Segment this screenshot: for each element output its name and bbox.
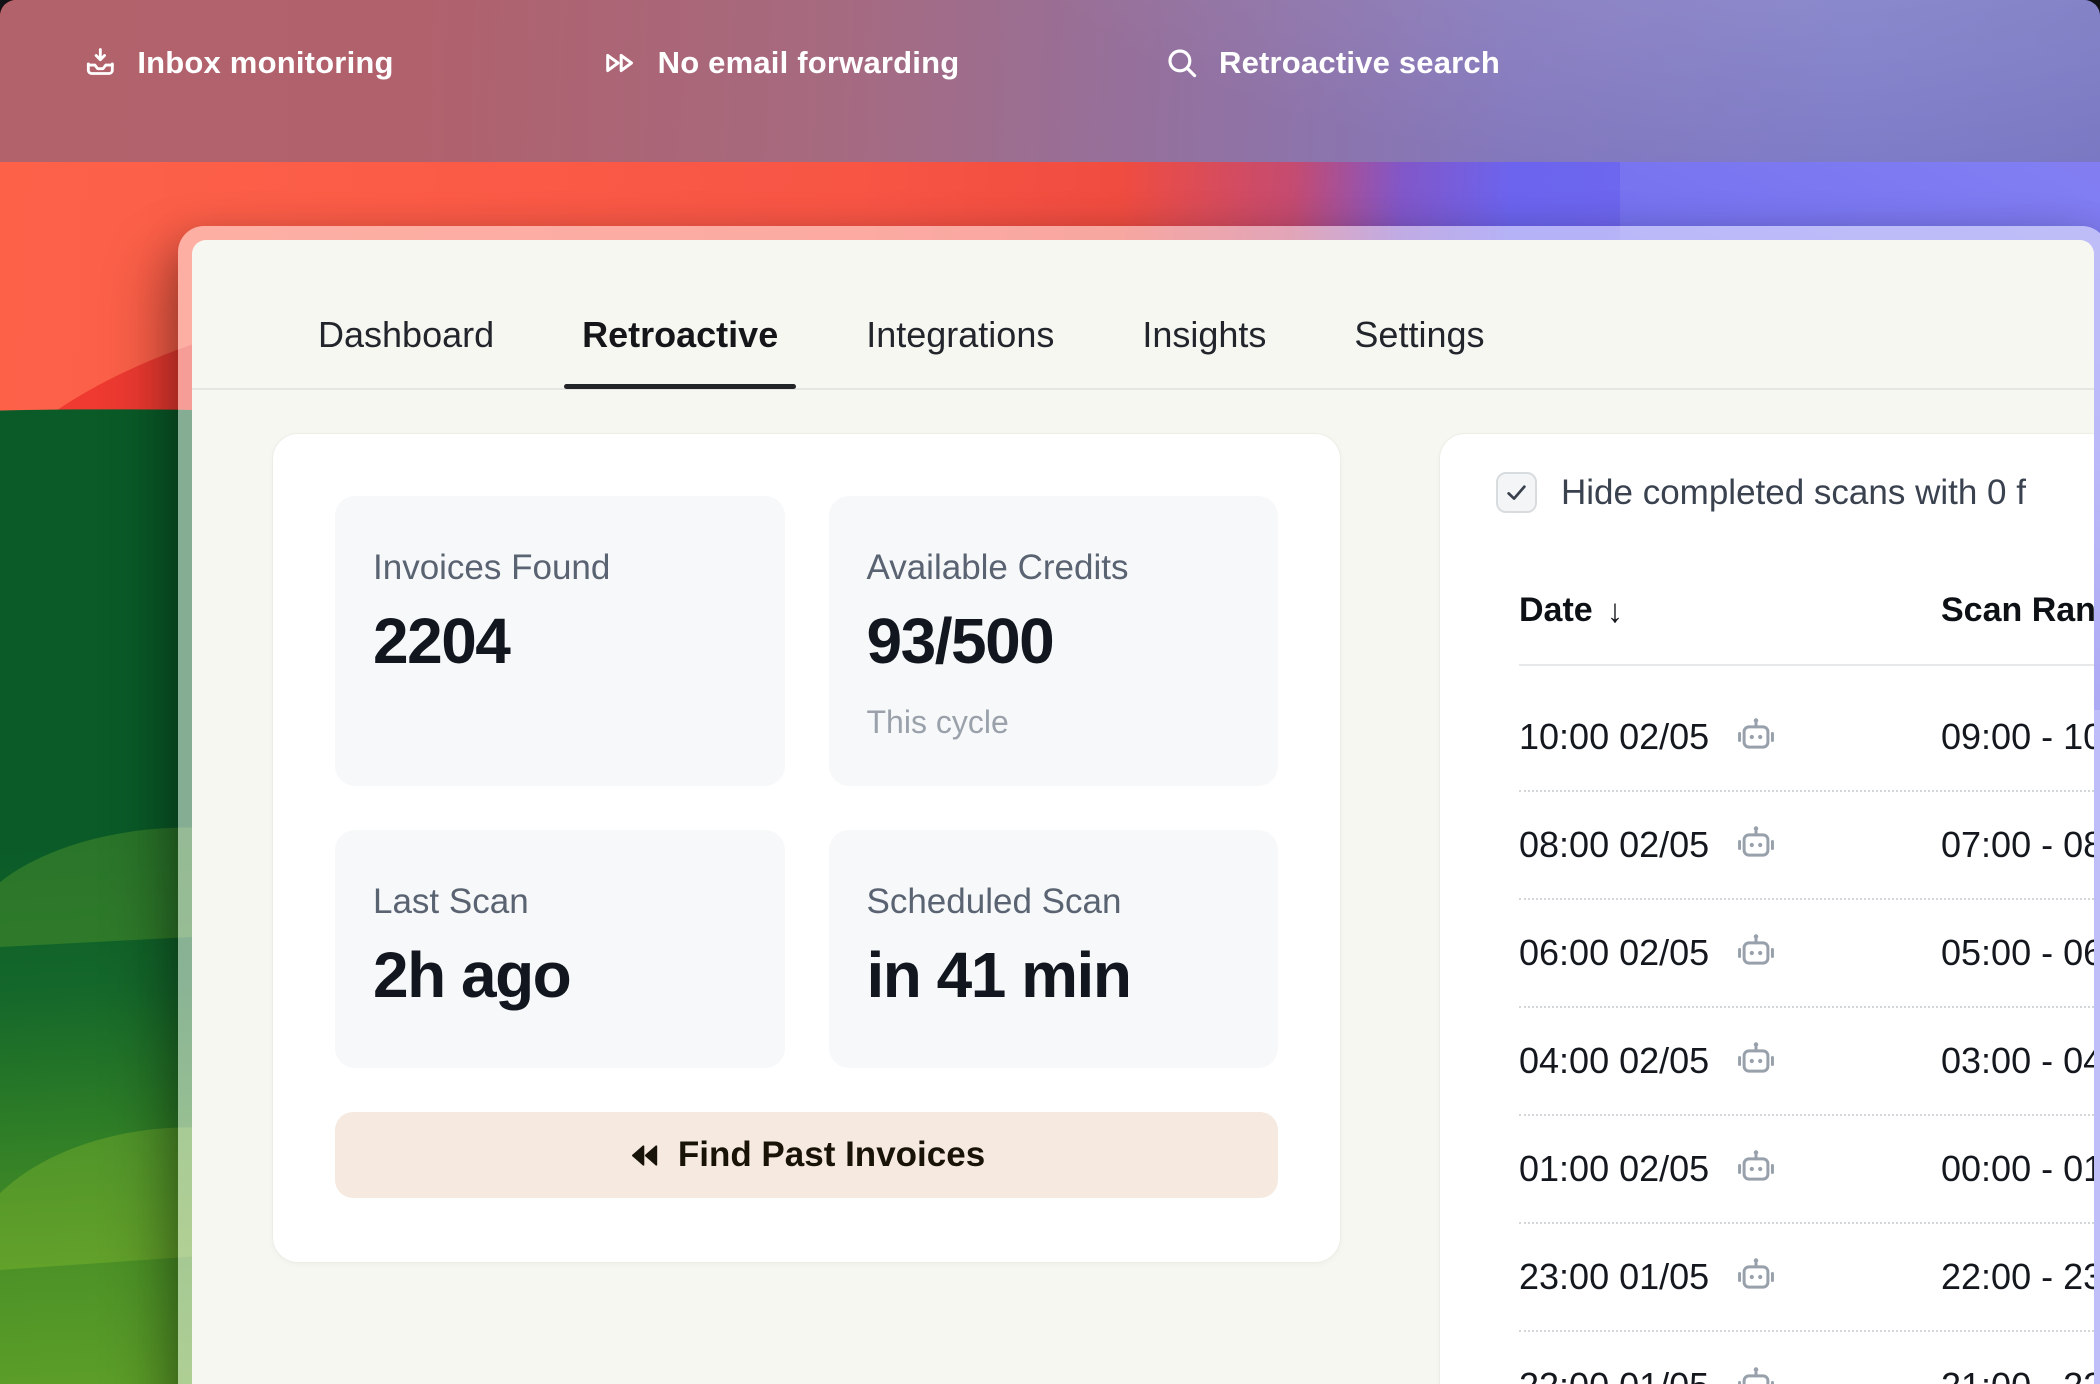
scan-date: 04:00 02/05 [1519, 1040, 1709, 1082]
scan-row[interactable]: 01:00 02/05 00:00 - 01 [1519, 1116, 2094, 1224]
stat-label: Scheduled Scan [867, 882, 1241, 922]
tab-settings[interactable]: Settings [1354, 314, 1484, 396]
stat-invoices-found: Invoices Found 2204 [335, 496, 785, 786]
find-past-invoices-button[interactable]: Find Past Invoices [335, 1112, 1278, 1198]
stat-value: 2204 [373, 604, 747, 678]
banner-item-no-email-forwarding: No email forwarding [601, 44, 960, 82]
stat-subtext: This cycle [867, 704, 1241, 741]
scan-range: 07:00 - 08 [1941, 824, 2094, 866]
scan-row[interactable]: 08:00 02/05 07:00 - 08 [1519, 792, 2094, 900]
stat-label: Invoices Found [373, 548, 747, 588]
scans-panel: Hide completed scans with 0 f Date ↓ Sca… [1439, 433, 2094, 1384]
scan-date: 22:00 01/05 [1519, 1365, 1709, 1384]
robot-icon [1733, 716, 1779, 758]
scan-range: 03:00 - 04 [1941, 1040, 2094, 1082]
hide-completed-filter: Hide completed scans with 0 f [1496, 472, 2026, 513]
column-header-date[interactable]: Date ↓ [1519, 591, 1623, 630]
stat-value: 93/500 [867, 604, 1241, 678]
scan-date: 06:00 02/05 [1519, 932, 1709, 974]
stat-available-credits: Available Credits 93/500 This cycle [829, 496, 1279, 786]
scan-date: 08:00 02/05 [1519, 824, 1709, 866]
feature-banner: Inbox monitoring No email forwarding Ret… [0, 0, 2100, 162]
banner-item-label: Inbox monitoring [137, 45, 393, 81]
banner-item-label: No email forwarding [658, 45, 960, 81]
scan-table-body: 10:00 02/05 09:00 - 10 08:00 [1519, 684, 2094, 1384]
tab-dashboard[interactable]: Dashboard [318, 314, 494, 396]
scan-date: 01:00 02/05 [1519, 1148, 1709, 1190]
tab-insights[interactable]: Insights [1142, 314, 1266, 396]
scan-range: 21:00 - 22 [1941, 1365, 2094, 1384]
banner-item-retroactive-search: Retroactive search [1164, 45, 1500, 81]
app-window: Dashboard Retroactive Integrations Insig… [178, 226, 2100, 1384]
stat-scheduled-scan: Scheduled Scan in 41 min [829, 830, 1279, 1068]
robot-icon [1733, 1148, 1779, 1190]
screen: Inbox monitoring No email forwarding Ret… [0, 0, 2100, 1384]
scan-row[interactable]: 22:00 01/05 21:00 - 22 [1519, 1332, 2094, 1384]
robot-icon [1733, 1256, 1779, 1298]
scan-table-header: Date ↓ Scan Rang [1519, 591, 2094, 631]
scan-range: 05:00 - 06 [1941, 932, 2094, 974]
stat-last-scan: Last Scan 2h ago [335, 830, 785, 1068]
hide-completed-label: Hide completed scans with 0 f [1561, 473, 2026, 513]
date-column-label: Date [1519, 591, 1593, 630]
column-header-scan-range[interactable]: Scan Rang [1941, 591, 2094, 630]
banner-item-inbox-monitoring: Inbox monitoring [82, 45, 393, 81]
stat-value: in 41 min [867, 938, 1241, 1012]
scan-row[interactable]: 23:00 01/05 22:00 - 23 [1519, 1224, 2094, 1332]
checkmark-icon [1503, 479, 1530, 506]
scan-row[interactable]: 04:00 02/05 03:00 - 04 [1519, 1008, 2094, 1116]
app-window-content: Dashboard Retroactive Integrations Insig… [192, 240, 2094, 1384]
stat-label: Available Credits [867, 548, 1241, 588]
scan-range: 22:00 - 23 [1941, 1256, 2094, 1298]
robot-icon [1733, 1040, 1779, 1082]
stat-label: Last Scan [373, 882, 747, 922]
stat-grid: Invoices Found 2204 Available Credits 93… [335, 496, 1278, 1068]
hide-completed-checkbox[interactable] [1496, 472, 1537, 513]
robot-icon [1733, 1365, 1779, 1384]
scan-row[interactable]: 06:00 02/05 05:00 - 06 [1519, 900, 2094, 1008]
scan-range: 09:00 - 10 [1941, 716, 2094, 758]
robot-icon [1733, 824, 1779, 866]
robot-icon [1733, 932, 1779, 974]
inbox-arrow-down-icon [82, 45, 118, 81]
table-header-divider [1519, 664, 2094, 666]
scan-date: 23:00 01/05 [1519, 1256, 1709, 1298]
scan-summary-card: Invoices Found 2204 Available Credits 93… [272, 433, 1341, 1263]
tab-integrations[interactable]: Integrations [866, 314, 1054, 396]
tab-bar: Dashboard Retroactive Integrations Insig… [192, 240, 2094, 390]
sort-descending-icon: ↓ [1607, 592, 1624, 630]
search-icon [1164, 45, 1200, 81]
banner-item-label: Retroactive search [1219, 45, 1500, 81]
rewind-icon [628, 1142, 660, 1169]
fast-forward-icon [601, 44, 639, 82]
stat-value: 2h ago [373, 938, 747, 1012]
tab-retroactive[interactable]: Retroactive [582, 314, 778, 396]
scan-row[interactable]: 10:00 02/05 09:00 - 10 [1519, 684, 2094, 792]
scan-date: 10:00 02/05 [1519, 716, 1709, 758]
find-past-invoices-label: Find Past Invoices [678, 1135, 985, 1175]
scan-range: 00:00 - 01 [1941, 1148, 2094, 1190]
